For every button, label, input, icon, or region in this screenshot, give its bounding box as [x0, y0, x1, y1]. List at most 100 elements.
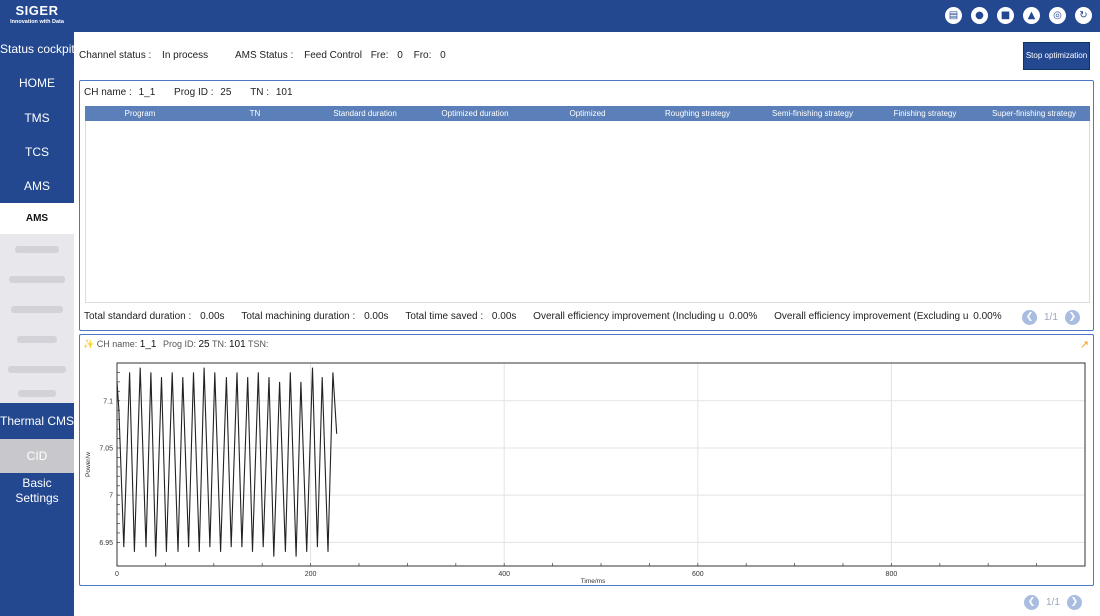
- sidebar-item-label: Basic: [22, 476, 52, 490]
- chart-prog-id-label: Prog ID:: [162, 339, 196, 349]
- sidebar-subitem-blurred[interactable]: [0, 324, 74, 354]
- column-header-optimized[interactable]: Optimized: [545, 106, 630, 121]
- next-page-button[interactable]: ❯: [1064, 310, 1080, 325]
- sidebar-subitem-blurred[interactable]: [0, 294, 74, 324]
- status-row: Channel status : In process AMS Status :…: [79, 50, 446, 61]
- x-tick-label: 0: [115, 571, 119, 578]
- x-tick-label: 600: [692, 571, 704, 578]
- x-tick-label: 200: [305, 571, 317, 578]
- table-summary: Total standard duration : 0.00s Total ma…: [84, 311, 1019, 322]
- y-tick-label: 7.05: [99, 445, 113, 452]
- total-machining-duration-value: 0.00s: [364, 311, 389, 322]
- chart-channel-info: ✨ CH name: 1_1 Prog ID: 25 TN: 101 TSN:: [83, 339, 269, 350]
- bell-icon[interactable]: ▲: [1023, 7, 1040, 24]
- efficiency-excl-value: 0.00%: [973, 311, 1002, 322]
- power-chart-panel: 0 200 400 600 800 6.95 7 7.05 7.1 Time/ms Power/w …: [79, 334, 1094, 586]
- x-tick-label: 800: [886, 571, 898, 578]
- spark-icon: ✨: [83, 340, 95, 350]
- table-header: Program TN Standard duration Optimized d…: [85, 106, 1090, 121]
- table-body-empty: [85, 121, 1090, 303]
- bottom-pager: ❮ 1/1 ❯: [1024, 595, 1082, 610]
- prog-id-label: Prog ID :: [174, 87, 214, 98]
- sidebar-item-home[interactable]: HOME: [0, 66, 74, 100]
- y-tick-label: 7: [109, 493, 113, 500]
- sidebar-item-basic-settings[interactable]: Basic Settings: [0, 474, 74, 508]
- channel-status-value: In process: [162, 50, 209, 61]
- user-icon[interactable]: ●: [971, 7, 988, 24]
- x-tick-label: 400: [498, 571, 510, 578]
- ch-name-value: 1_1: [138, 87, 156, 98]
- brand-tagline: Innovation with Data: [10, 19, 64, 25]
- total-machining-duration-label: Total machining duration :: [241, 311, 356, 322]
- fro-label: Fro:: [413, 50, 432, 61]
- tn-label: TN :: [250, 87, 270, 98]
- total-standard-duration-label: Total standard duration :: [84, 311, 192, 322]
- column-header-standard-duration[interactable]: Standard duration: [315, 106, 415, 121]
- column-header-roughing-strategy[interactable]: Roughing strategy: [645, 106, 750, 121]
- chart-icon[interactable]: ▤: [945, 7, 962, 24]
- sidebar-item-tms[interactable]: TMS: [0, 101, 74, 135]
- brand-logo: SIGER Innovation with Data: [0, 0, 74, 32]
- refresh-icon[interactable]: ↻: [1075, 7, 1092, 24]
- sidebar-subitem-blurred[interactable]: [0, 384, 74, 403]
- sidebar-item-tcs[interactable]: TCS: [0, 135, 74, 169]
- optimization-table-panel: CH name : 1_1 Prog ID : 25 TN : 101 Prog…: [79, 80, 1094, 331]
- top-bar: SIGER Innovation with Data ▤ ● ■ ▲ ◎ ↻: [0, 0, 1100, 32]
- ams-status-label: AMS Status :: [234, 50, 294, 61]
- efficiency-incl-value: 0.00%: [728, 311, 758, 322]
- y-tick-label: 6.95: [99, 540, 113, 547]
- sidebar-subitem-blurred[interactable]: [0, 234, 74, 264]
- chart-tsn-label: TSN:: [248, 339, 269, 349]
- chart-ch-name-value: 1_1: [139, 339, 157, 350]
- prog-id-value: 25: [220, 87, 232, 98]
- column-header-semi-finishing-strategy[interactable]: Semi-finishing strategy: [755, 106, 870, 121]
- channel-status-label: Channel status :: [79, 50, 152, 61]
- sidebar-item-status-cockpit[interactable]: Status cockpit: [0, 32, 74, 66]
- x-axis-label: Time/ms: [581, 578, 606, 585]
- power-chart: 0 200 400 600 800 6.95 7 7.05 7.1 Time/ms Power/w: [85, 362, 1086, 585]
- page-indicator: 1/1: [1044, 312, 1058, 323]
- prev-page-button[interactable]: ❮: [1022, 310, 1037, 325]
- table-pager: ❮ 1/1 ❯: [1022, 310, 1080, 325]
- sidebar-subitem-blurred[interactable]: [0, 264, 74, 294]
- column-header-finishing-strategy[interactable]: Finishing strategy: [875, 106, 975, 121]
- sidebar: Status cockpit HOME TMS TCS AMS AMS Ther…: [0, 32, 74, 616]
- y-axis-label: Power/w: [85, 452, 92, 477]
- brand-name: SIGER: [15, 3, 59, 18]
- y-tick-label: 7.1: [103, 398, 113, 405]
- stop-optimization-button[interactable]: Stop optimization: [1023, 42, 1090, 70]
- sidebar-item-cid[interactable]: CID: [0, 439, 74, 473]
- column-header-optimized-duration[interactable]: Optimized duration: [425, 106, 525, 121]
- page-indicator: 1/1: [1046, 597, 1060, 608]
- tn-value: 101: [275, 87, 293, 98]
- chart-tn-value: 101: [228, 339, 246, 350]
- next-page-button[interactable]: ❯: [1066, 595, 1082, 610]
- sidebar-subitem-blurred[interactable]: [0, 354, 74, 384]
- total-standard-duration-value: 0.00s: [200, 311, 225, 322]
- total-time-saved-label: Total time saved :: [405, 311, 484, 322]
- column-header-super-finishing-strategy[interactable]: Super-finishing strategy: [980, 106, 1088, 121]
- efficiency-incl-label: Overall efficiency improvement (Includin…: [533, 311, 725, 322]
- fre-value: 0: [397, 50, 403, 61]
- plot-area: [117, 363, 1085, 566]
- chart-prog-id-value: 25: [198, 339, 210, 350]
- shirt-icon[interactable]: ■: [997, 7, 1014, 24]
- sidebar-subitem-ams[interactable]: AMS: [0, 203, 74, 234]
- target-icon[interactable]: ◎: [1049, 7, 1066, 24]
- chart-ch-name-label: CH name:: [96, 339, 138, 349]
- column-header-tn[interactable]: TN: [210, 106, 300, 121]
- fro-value: 0: [440, 50, 446, 61]
- sidebar-item-label: Settings: [15, 491, 59, 505]
- prev-page-button[interactable]: ❮: [1024, 595, 1039, 610]
- expand-icon[interactable]: ↗: [1080, 338, 1089, 351]
- sidebar-item-thermal-cms[interactable]: Thermal CMS: [0, 404, 74, 438]
- ams-status-value: Feed Control: [304, 50, 362, 61]
- table-channel-info: CH name : 1_1 Prog ID : 25 TN : 101: [84, 87, 293, 98]
- fre-label: Fre:: [370, 50, 389, 61]
- sidebar-item-ams[interactable]: AMS: [0, 169, 74, 203]
- total-time-saved-value: 0.00s: [491, 311, 517, 322]
- column-header-program[interactable]: Program: [95, 106, 185, 121]
- ch-name-label: CH name :: [84, 87, 132, 98]
- top-icon-group: ▤ ● ■ ▲ ◎ ↻: [945, 7, 1092, 24]
- efficiency-excl-label: Overall efficiency improvement (Excludin…: [774, 311, 969, 322]
